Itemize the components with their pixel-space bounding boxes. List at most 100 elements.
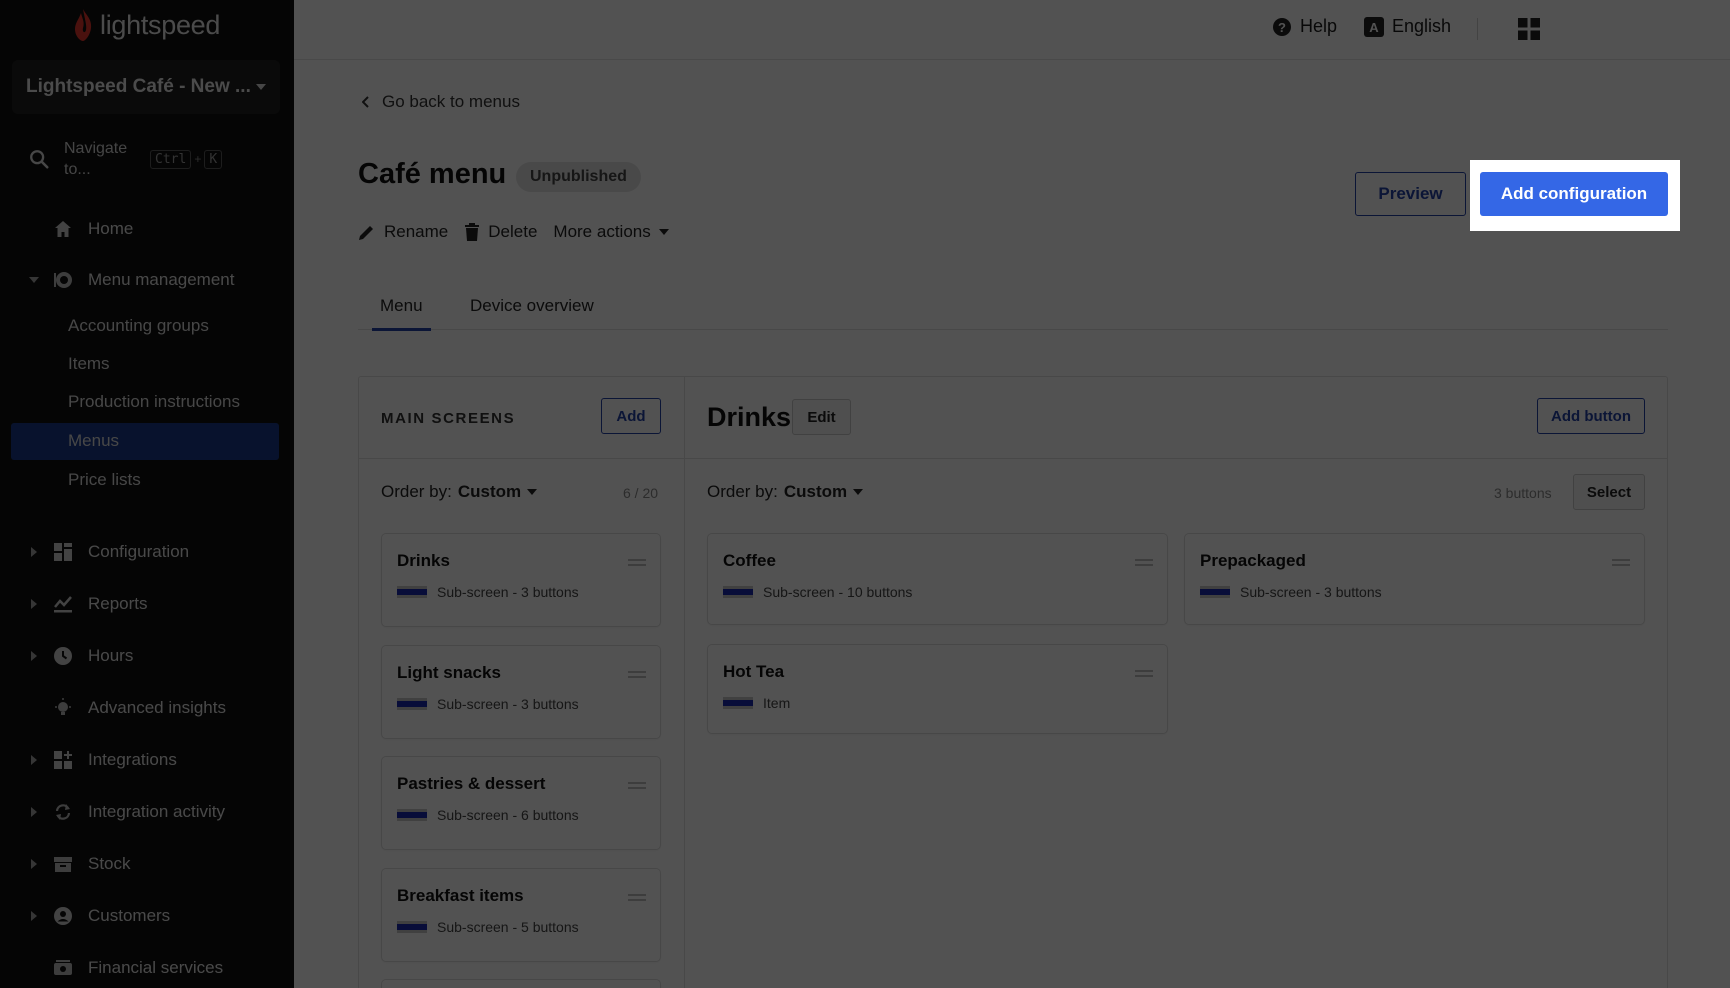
rename-label: Rename — [384, 222, 449, 241]
overlay-dim-right — [1680, 160, 1730, 231]
card-title: Breakfast items — [397, 886, 524, 905]
select-button[interactable]: Select — [1573, 474, 1645, 510]
add-configuration-button[interactable]: Add configuration — [1480, 172, 1668, 216]
sidebar-item-reports[interactable]: Reports — [0, 588, 294, 620]
main-screen-card-partial[interactable] — [381, 979, 661, 988]
sidebar-item-label: Financial services — [88, 958, 224, 977]
sidebar-item-configuration[interactable]: Configuration — [0, 536, 294, 568]
sidebar-item-home[interactable]: Home — [0, 213, 294, 245]
rename-button[interactable]: Rename — [358, 222, 448, 242]
chevron-right-icon — [31, 859, 37, 869]
navigate-search[interactable]: Navigate to... Ctrl + K — [28, 138, 268, 180]
sidebar-item-hours[interactable]: Hours — [0, 640, 294, 672]
svg-text:?: ? — [1278, 20, 1286, 35]
drag-handle-icon[interactable] — [628, 559, 646, 566]
apps-grid-icon[interactable] — [1518, 18, 1540, 40]
card-title: Hot Tea — [723, 662, 785, 681]
color-swatch — [723, 586, 753, 598]
chevron-down-icon — [853, 489, 864, 495]
main-screens-order-by[interactable]: Order by: Custom — [381, 482, 538, 502]
drag-handle-icon[interactable] — [628, 782, 646, 789]
back-to-menus-link[interactable]: Go back to menus — [362, 92, 520, 112]
main-screen-card-breakfast[interactable]: Breakfast items Sub-screen - 5 buttons — [381, 868, 661, 962]
main-screen-card-pastries[interactable]: Pastries & dessert Sub-screen - 6 button… — [381, 756, 661, 850]
order-by-label: Order by: — [707, 482, 778, 501]
sidebar-item-stock[interactable]: Stock — [0, 848, 294, 880]
color-swatch — [397, 586, 427, 598]
lightspeed-logo[interactable]: lightspeed — [72, 8, 220, 42]
sidebar-item-integration-activity[interactable]: Integration activity — [0, 796, 294, 828]
delete-button[interactable]: Delete — [464, 222, 537, 242]
chevron-down-icon — [256, 84, 266, 90]
main-screen-card-light-snacks[interactable]: Light snacks Sub-screen - 3 buttons — [381, 645, 661, 739]
buttons-order-by[interactable]: Order by: Custom — [707, 482, 864, 502]
delete-label: Delete — [488, 222, 538, 241]
chevron-down-icon — [29, 277, 39, 283]
card-subtitle-text: Sub-screen - 5 buttons — [437, 919, 579, 935]
drag-handle-icon[interactable] — [628, 894, 646, 901]
card-subtitle: Item — [723, 695, 790, 711]
drag-handle-icon[interactable] — [1135, 670, 1153, 677]
chevron-left-icon — [362, 96, 369, 108]
flame-icon — [75, 9, 92, 41]
sidebar-item-integrations[interactable]: Integrations — [0, 744, 294, 776]
back-link-label: Go back to menus — [382, 92, 520, 111]
chevron-down-icon — [658, 229, 669, 235]
main-screens-count: 6 / 20 — [623, 485, 659, 501]
card-subtitle-text: Sub-screen - 3 buttons — [1240, 584, 1382, 600]
screen-title: Drinks — [707, 402, 792, 432]
more-actions-dropdown[interactable]: More actions — [553, 222, 669, 242]
sidebar-subitem-items[interactable]: Items — [68, 354, 110, 374]
main-screen-card-drinks[interactable]: Drinks Sub-screen - 3 buttons — [381, 533, 661, 627]
card-title: Light snacks — [397, 663, 501, 682]
navigate-label: Navigate to... — [64, 140, 128, 178]
svg-text:A: A — [1369, 20, 1379, 35]
button-card-prepackaged[interactable]: Prepackaged Sub-screen - 3 buttons — [1184, 533, 1645, 625]
tab-device-overview[interactable]: Device overview — [470, 296, 594, 330]
button-card-hot-tea[interactable]: Hot Tea Item — [707, 644, 1168, 734]
drag-handle-icon[interactable] — [1135, 559, 1153, 566]
sidebar-item-label: Reports — [88, 594, 148, 613]
sidebar-item-menu-management[interactable]: Menu management — [0, 264, 294, 296]
column-divider — [684, 376, 685, 988]
card-subtitle-text: Sub-screen - 3 buttons — [437, 584, 579, 600]
location-name: Lightspeed Café - New ... — [26, 76, 251, 97]
sidebar-active-highlight — [11, 423, 279, 460]
trash-icon — [465, 223, 480, 241]
color-swatch — [723, 697, 753, 709]
sidebar-subitem-price-lists[interactable]: Price lists — [68, 470, 141, 490]
button-card-coffee[interactable]: Coffee Sub-screen - 10 buttons — [707, 533, 1168, 625]
reports-icon — [52, 593, 74, 615]
card-subtitle-text: Sub-screen - 10 buttons — [763, 584, 913, 600]
location-selector[interactable]: Lightspeed Café - New ... — [12, 60, 280, 114]
more-actions-label: More actions — [553, 222, 651, 241]
k-key: K — [204, 149, 223, 169]
tab-menu[interactable]: Menu — [372, 296, 430, 331]
drag-handle-icon[interactable] — [1612, 559, 1630, 566]
chevron-right-icon — [31, 755, 37, 765]
sidebar-item-label: Home — [88, 219, 134, 238]
sidebar-item-advanced-insights[interactable]: Advanced insights — [0, 692, 294, 724]
ctrl-key: Ctrl — [150, 149, 192, 169]
sidebar-item-financial-services[interactable]: Financial services — [0, 952, 294, 984]
sidebar-subitem-menus[interactable]: Menus — [68, 431, 119, 451]
edit-screen-button[interactable]: Edit — [792, 399, 851, 435]
card-subtitle: Sub-screen - 6 buttons — [397, 807, 579, 823]
sidebar-item-label: Integrations — [88, 750, 177, 769]
add-main-screen-button[interactable]: Add — [601, 398, 661, 434]
main-screens-heading: MAIN SCREENS — [381, 410, 516, 427]
sidebar-item-customers[interactable]: Customers — [0, 900, 294, 932]
home-icon — [52, 218, 74, 240]
card-subtitle: Sub-screen - 3 buttons — [397, 584, 579, 600]
help-button[interactable]: ? Help — [1272, 16, 1337, 37]
sidebar-subitem-accounting-groups[interactable]: Accounting groups — [68, 316, 209, 336]
card-title: Pastries & dessert — [397, 774, 546, 793]
drag-handle-icon[interactable] — [628, 671, 646, 678]
sidebar-subitem-production-instructions[interactable]: Production instructions — [68, 392, 240, 412]
add-button-button[interactable]: Add button — [1537, 398, 1645, 434]
preview-button[interactable]: Preview — [1355, 172, 1466, 216]
language-selector[interactable]: A English — [1364, 16, 1451, 37]
card-subtitle: Sub-screen - 10 buttons — [723, 584, 912, 600]
clock-icon — [52, 645, 74, 667]
card-subtitle-text: Sub-screen - 3 buttons — [437, 696, 579, 712]
